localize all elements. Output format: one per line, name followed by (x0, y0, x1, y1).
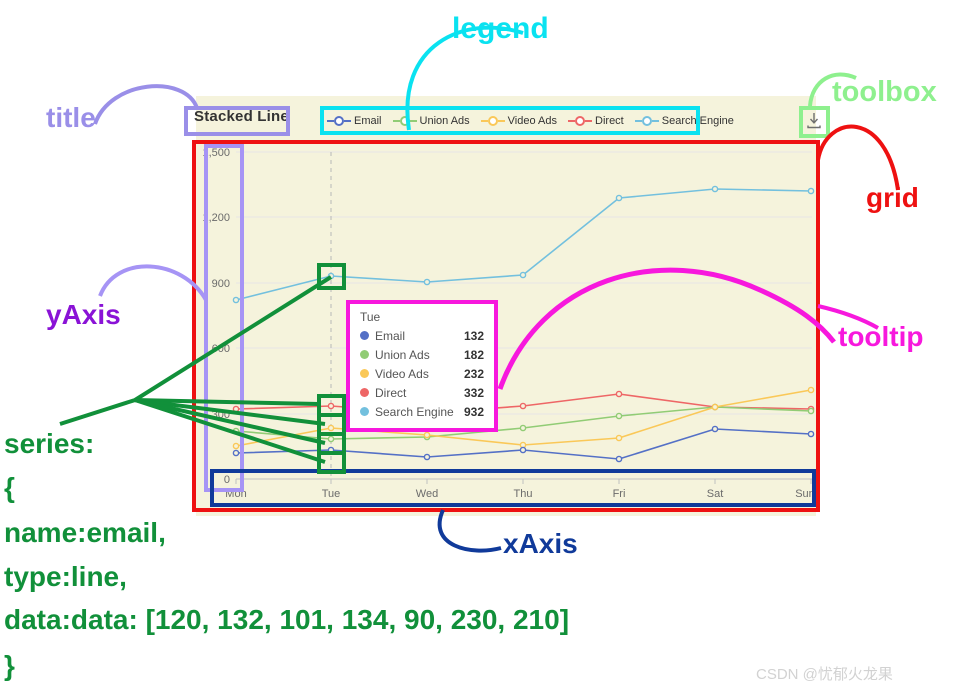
code-line-type: type:line, (4, 561, 127, 592)
callout-box-yaxis (204, 144, 244, 492)
callout-box-xaxis (210, 469, 816, 507)
watermark: CSDN @忧郁火龙果 (756, 666, 893, 683)
callout-box-legend (320, 106, 700, 135)
screenshot-root: Stacked Line Email Union Ads Video Ads D… (0, 0, 968, 698)
code-line-data: data:data: [120, 132, 101, 134, 90, 230,… (4, 604, 570, 635)
annotation-label-legend: legend (452, 12, 549, 45)
callout-box-grid (192, 140, 820, 512)
code-line-close: } (4, 650, 15, 681)
leader-xaxis (437, 509, 502, 553)
leader-title (93, 84, 199, 125)
leader-grid (816, 124, 900, 191)
code-line-open: { (4, 472, 15, 503)
leader-yaxis (98, 264, 208, 302)
tooltip-highlight-curve (497, 267, 836, 390)
callout-box-title (184, 106, 290, 136)
annotation-layer (59, 25, 900, 553)
annotation-label-yaxis: yAxis (46, 299, 121, 330)
annotation-label-grid: grid (866, 182, 919, 213)
code-line-name: name:email, (4, 517, 166, 548)
annotation-label-tooltip: tooltip (838, 321, 924, 352)
annotation-label-xaxis: xAxis (503, 528, 578, 559)
callout-box-toolbox (799, 106, 830, 138)
annotation-label-toolbox: toolbox (832, 76, 937, 108)
code-line-series: series: (4, 428, 95, 459)
annotation-label-title: title (46, 102, 96, 133)
